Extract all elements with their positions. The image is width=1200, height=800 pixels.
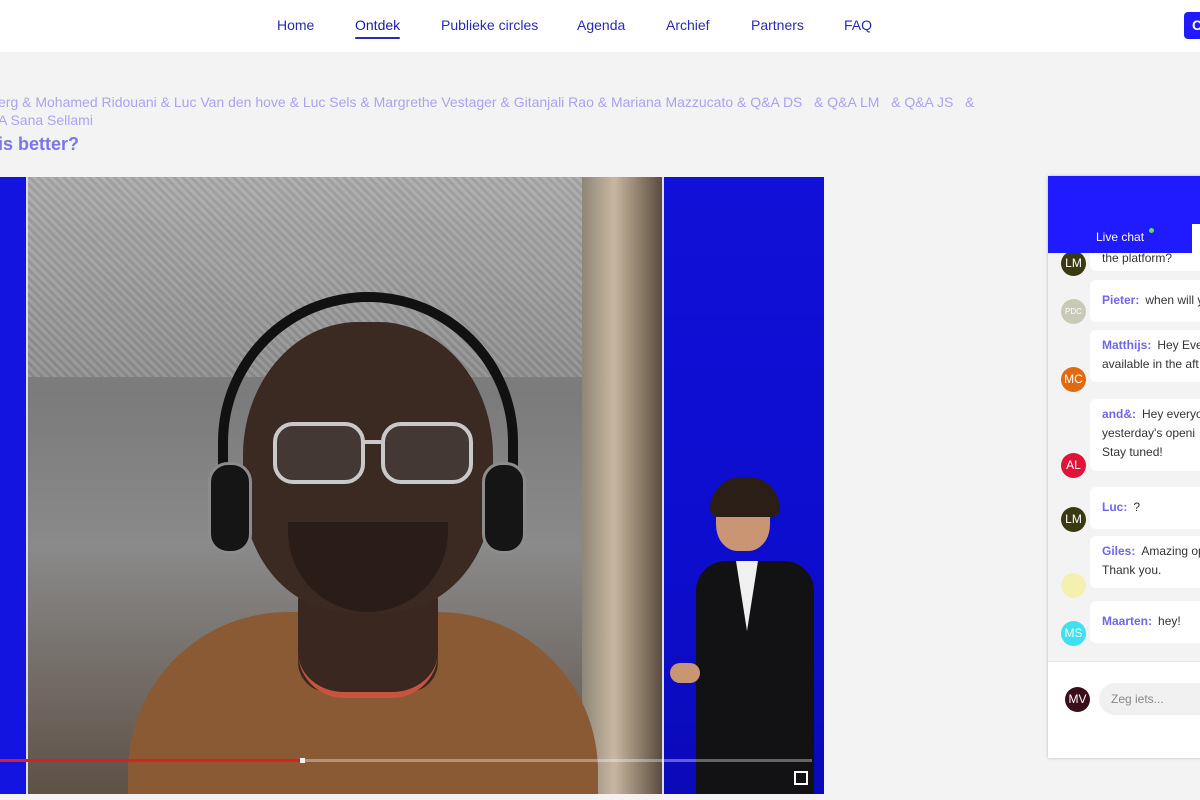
glasses-bridge bbox=[363, 440, 381, 444]
avatar: PDC bbox=[1061, 299, 1086, 324]
message-text: hey! bbox=[1158, 614, 1181, 628]
tab-live-chat[interactable]: Live chat bbox=[1096, 230, 1144, 244]
headphones-band bbox=[218, 292, 518, 492]
message-bubble: Matthijs: Hey Eve available in the aft bbox=[1090, 330, 1200, 382]
avatar: MC bbox=[1061, 367, 1086, 392]
video-progress-bar[interactable] bbox=[0, 758, 812, 763]
message-text: Hey everyo bbox=[1142, 407, 1200, 421]
message-text: the platform? bbox=[1102, 253, 1173, 265]
chat-composer: MV bbox=[1048, 661, 1200, 758]
nav-publieke-circles[interactable]: Publieke circles bbox=[441, 17, 538, 33]
fullscreen-icon[interactable] bbox=[794, 771, 808, 785]
avatar: AL bbox=[1061, 453, 1086, 478]
message-author: Pieter: bbox=[1102, 293, 1140, 307]
message-author: and&: bbox=[1102, 407, 1136, 421]
speaker-list-line-2: A Sana Sellami bbox=[0, 112, 93, 128]
avatar: LM bbox=[1061, 507, 1086, 532]
speaker-list: erg & Mohamed Ridouani & Luc Van den hov… bbox=[0, 93, 1038, 129]
video-player[interactable] bbox=[0, 177, 824, 794]
message-bubble: the platform? bbox=[1090, 253, 1200, 271]
glasses-lens-left bbox=[273, 422, 365, 484]
avatar: LM bbox=[1061, 253, 1086, 276]
nav-cta-button[interactable]: C bbox=[1184, 12, 1200, 39]
video-screen bbox=[26, 177, 664, 794]
message-text-line-3: Stay tuned! bbox=[1102, 445, 1163, 459]
host-hand bbox=[670, 663, 700, 683]
message-text-line-2: available in the aft bbox=[1102, 357, 1199, 371]
nav-partners[interactable]: Partners bbox=[751, 17, 804, 33]
message-author: Luc: bbox=[1102, 500, 1128, 514]
message-author: Maarten: bbox=[1102, 614, 1153, 628]
chat-messages[interactable]: the platform? LM Pieter: when will y PDC … bbox=[1048, 253, 1200, 661]
headphone-earcup-right bbox=[482, 462, 526, 554]
nav-ontdek[interactable]: Ontdek bbox=[355, 17, 401, 39]
message-text: ? bbox=[1133, 500, 1141, 514]
headphone-earcup-left bbox=[208, 462, 252, 554]
top-navigation: Home Ontdek Publieke circles Agenda Arch… bbox=[0, 0, 1200, 52]
chat-message-input[interactable] bbox=[1099, 683, 1200, 715]
speaker-list-line-1: erg & Mohamed Ridouani & Luc Van den hov… bbox=[0, 94, 975, 110]
active-tab-indicator bbox=[355, 37, 401, 39]
message-bubble: Pieter: when will y bbox=[1090, 280, 1200, 322]
nav-home[interactable]: Home bbox=[277, 17, 314, 33]
message-text: Hey Eve bbox=[1157, 338, 1200, 352]
message-bubble: Luc:? bbox=[1090, 487, 1200, 529]
tab-secondary[interactable] bbox=[1192, 224, 1200, 253]
nav-archief[interactable]: Archief bbox=[666, 17, 710, 33]
message-text-line-2: yesterday's openi bbox=[1102, 426, 1196, 440]
glasses-lens-right bbox=[381, 422, 473, 484]
chat-header: Live chat bbox=[1048, 176, 1200, 253]
message-text-line-2: Thank you. bbox=[1102, 563, 1162, 577]
message-text: when will y bbox=[1145, 293, 1200, 307]
nav-ontdek-label: Ontdek bbox=[355, 17, 401, 33]
video-progress-fill bbox=[0, 759, 300, 762]
avatar bbox=[1061, 573, 1086, 598]
message-author: Matthijs: bbox=[1102, 338, 1152, 352]
message-bubble: Maarten: hey! bbox=[1090, 601, 1200, 643]
live-indicator-icon bbox=[1149, 228, 1154, 233]
message-bubble: and&: Hey everyo yesterday's openi Stay tun… bbox=[1090, 399, 1200, 471]
message-bubble: Giles: Amazing op Thank you. bbox=[1090, 536, 1200, 588]
host-figure bbox=[670, 477, 818, 794]
speaker-figure bbox=[88, 272, 608, 794]
my-avatar: MV bbox=[1065, 687, 1090, 712]
video-progress-handle[interactable] bbox=[300, 758, 305, 763]
message-author: Giles: bbox=[1102, 544, 1136, 558]
live-chat-panel: Live chat the platform? LM Pieter: when w… bbox=[1048, 176, 1200, 758]
nav-agenda[interactable]: Agenda bbox=[577, 17, 625, 33]
session-title: is better? bbox=[0, 134, 80, 154]
message-text: Amazing op bbox=[1141, 544, 1200, 558]
avatar: MS bbox=[1061, 621, 1086, 646]
host-hair bbox=[710, 477, 780, 517]
nav-faq[interactable]: FAQ bbox=[844, 17, 872, 33]
